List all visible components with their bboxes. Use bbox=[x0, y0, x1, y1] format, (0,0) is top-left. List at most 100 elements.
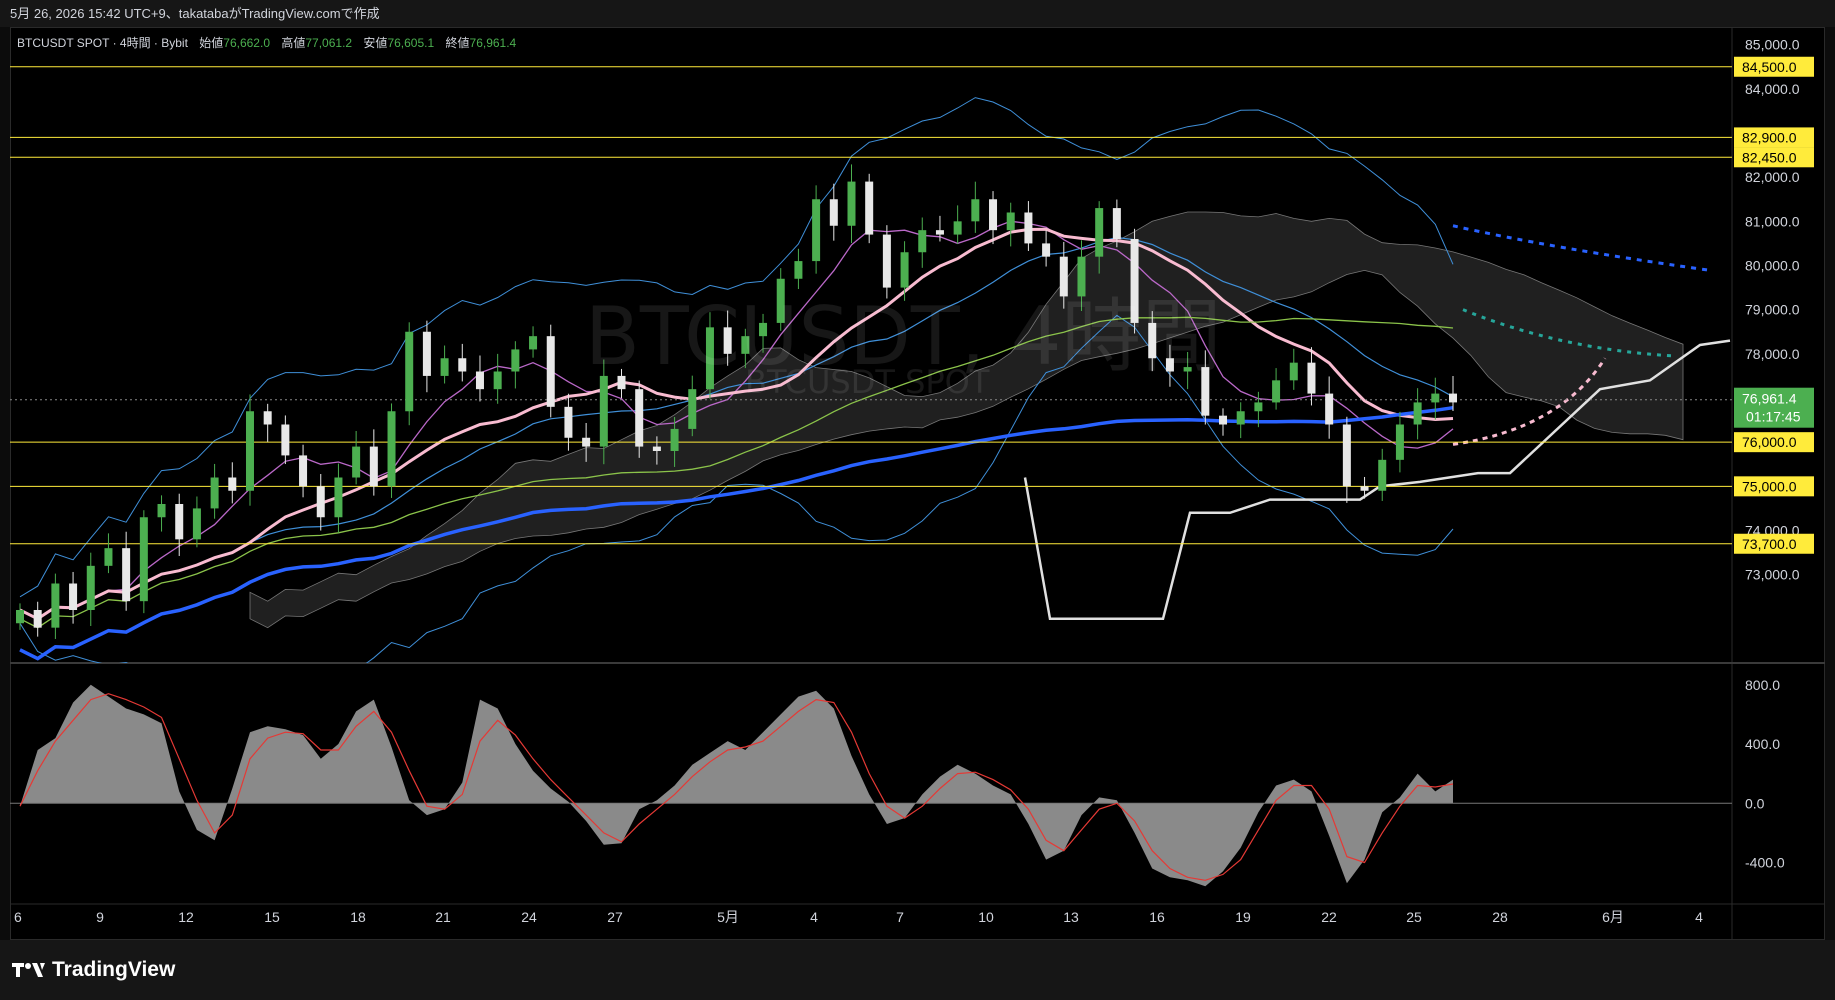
candle-body bbox=[122, 548, 131, 602]
candle-body bbox=[33, 610, 42, 628]
x-tick-label: 24 bbox=[521, 909, 537, 925]
x-tick-label: 15 bbox=[264, 909, 280, 925]
chart-svg[interactable]: 85,000.0 84,000.0 82,000.0 81,000.0 80,000.0… bbox=[0, 0, 1835, 940]
osc-tick-label: 400.0 bbox=[1745, 736, 1780, 752]
candle-body bbox=[440, 358, 449, 376]
x-tick-label: 10 bbox=[978, 909, 994, 925]
footer-bar bbox=[0, 940, 1835, 1000]
candle-body bbox=[670, 428, 679, 451]
x-tick-label: 4 bbox=[810, 909, 818, 925]
countdown-label: 01:17:45 bbox=[1746, 409, 1801, 425]
candle-body bbox=[139, 517, 148, 602]
level-tag-label-0: 84,500.0 bbox=[1742, 59, 1797, 75]
candle-body bbox=[51, 583, 60, 628]
candle-body bbox=[1219, 415, 1228, 425]
x-tick-label: 7 bbox=[896, 909, 904, 925]
legend-low-label: 安値 bbox=[363, 36, 388, 50]
tradingview-logo-icon bbox=[12, 963, 45, 977]
candle-body bbox=[652, 446, 661, 451]
candle-body bbox=[299, 455, 308, 487]
candle-body bbox=[935, 230, 944, 235]
candle-body bbox=[1272, 380, 1281, 403]
x-tick-label: 16 bbox=[1149, 909, 1165, 925]
candle-body bbox=[369, 446, 378, 487]
candle-body bbox=[1254, 402, 1263, 412]
candle-body bbox=[387, 411, 396, 487]
osc-tick-label: -400.0 bbox=[1745, 855, 1785, 871]
candle-body bbox=[829, 199, 838, 226]
candle-body bbox=[1006, 212, 1015, 231]
x-tick-label: 9 bbox=[96, 909, 104, 925]
legend-high-label: 高値 bbox=[281, 36, 306, 50]
level-tag-label-1: 82,900.0 bbox=[1742, 129, 1797, 145]
candle-body bbox=[69, 583, 78, 610]
candle-body bbox=[175, 504, 184, 540]
candle-body bbox=[405, 331, 414, 412]
level-tag-label-3: 76,000.0 bbox=[1742, 434, 1797, 450]
legend-open-label: 始値 bbox=[199, 36, 224, 50]
candle-body bbox=[86, 565, 95, 610]
candle-body bbox=[582, 437, 591, 447]
candle-body bbox=[546, 336, 555, 407]
candle-body bbox=[245, 411, 254, 491]
candle-body bbox=[635, 389, 644, 447]
candle-body bbox=[228, 477, 237, 491]
candle-body bbox=[1395, 424, 1404, 460]
legend-close-label: 終値 bbox=[445, 36, 470, 50]
candle-body bbox=[511, 349, 520, 372]
y-tick-label: 80,000.0 bbox=[1745, 258, 1800, 274]
candle-body bbox=[529, 336, 538, 350]
x-tick-label: 6月 bbox=[1602, 909, 1624, 925]
legend-close-value: 76,961.4 bbox=[469, 36, 517, 50]
current-price-label: 76,961.4 bbox=[1742, 391, 1797, 407]
y-tick-label: 81,000.0 bbox=[1745, 213, 1800, 229]
candle-body bbox=[1413, 402, 1422, 425]
candle-body bbox=[971, 199, 980, 222]
y-tick-label: 85,000.0 bbox=[1745, 37, 1800, 53]
candle-body bbox=[847, 181, 856, 226]
x-tick-label: 19 bbox=[1235, 909, 1251, 925]
osc-tick-label: 0.0 bbox=[1745, 795, 1765, 811]
candle-body bbox=[1360, 486, 1369, 491]
candle-body bbox=[1112, 208, 1121, 239]
candle-body bbox=[104, 548, 113, 566]
candle-body bbox=[812, 199, 821, 262]
tradingview-logo[interactable]: TradingView bbox=[12, 958, 175, 982]
candle-body bbox=[1042, 243, 1051, 257]
candle-body bbox=[157, 504, 166, 518]
y-tick-label: 84,000.0 bbox=[1745, 81, 1800, 97]
candle-body bbox=[192, 508, 201, 540]
candle-body bbox=[458, 358, 467, 372]
legend-open-value: 76,662.0 bbox=[223, 36, 270, 50]
watermark-subtitle: BTCUSDT SPOT bbox=[745, 363, 990, 401]
x-tick-label: 22 bbox=[1321, 909, 1337, 925]
y-tick-label: 78,000.0 bbox=[1745, 346, 1800, 362]
y-tick-label: 73,000.0 bbox=[1745, 567, 1800, 583]
x-tick-label: 25 bbox=[1406, 909, 1422, 925]
candle-body bbox=[1431, 393, 1440, 403]
legend-high-value: 77,061.2 bbox=[305, 36, 353, 50]
level-tag-label-5: 73,700.0 bbox=[1742, 536, 1797, 552]
y-tick-label: 79,000.0 bbox=[1745, 302, 1800, 318]
candle-body bbox=[263, 411, 272, 425]
candle-body bbox=[918, 230, 927, 253]
x-tick-label: 12 bbox=[178, 909, 194, 925]
ohlc-legend: BTCUSDT SPOT · 4時間 · Bybit 始値76,662.0 高値… bbox=[17, 34, 516, 51]
candle-body bbox=[281, 424, 290, 456]
x-tick-label: 5月 bbox=[717, 909, 739, 925]
osc-tick-label: 800.0 bbox=[1745, 677, 1780, 693]
x-tick-label: 28 bbox=[1492, 909, 1508, 925]
legend-symbol: BTCUSDT SPOT · 4時間 · Bybit bbox=[17, 36, 188, 50]
tradingview-brand: TradingView bbox=[52, 958, 176, 981]
candle-body bbox=[16, 610, 24, 624]
candle-body bbox=[334, 477, 343, 518]
oscillator-pane bbox=[10, 684, 1732, 887]
legend-low-value: 76,605.1 bbox=[387, 36, 435, 50]
x-tick-label: 21 bbox=[435, 909, 451, 925]
candle-body bbox=[1095, 208, 1104, 257]
candle-body bbox=[422, 331, 431, 376]
candle-body bbox=[1307, 362, 1316, 394]
candle-body bbox=[1342, 424, 1351, 487]
candle-body bbox=[688, 389, 697, 429]
candle-body bbox=[475, 371, 484, 390]
